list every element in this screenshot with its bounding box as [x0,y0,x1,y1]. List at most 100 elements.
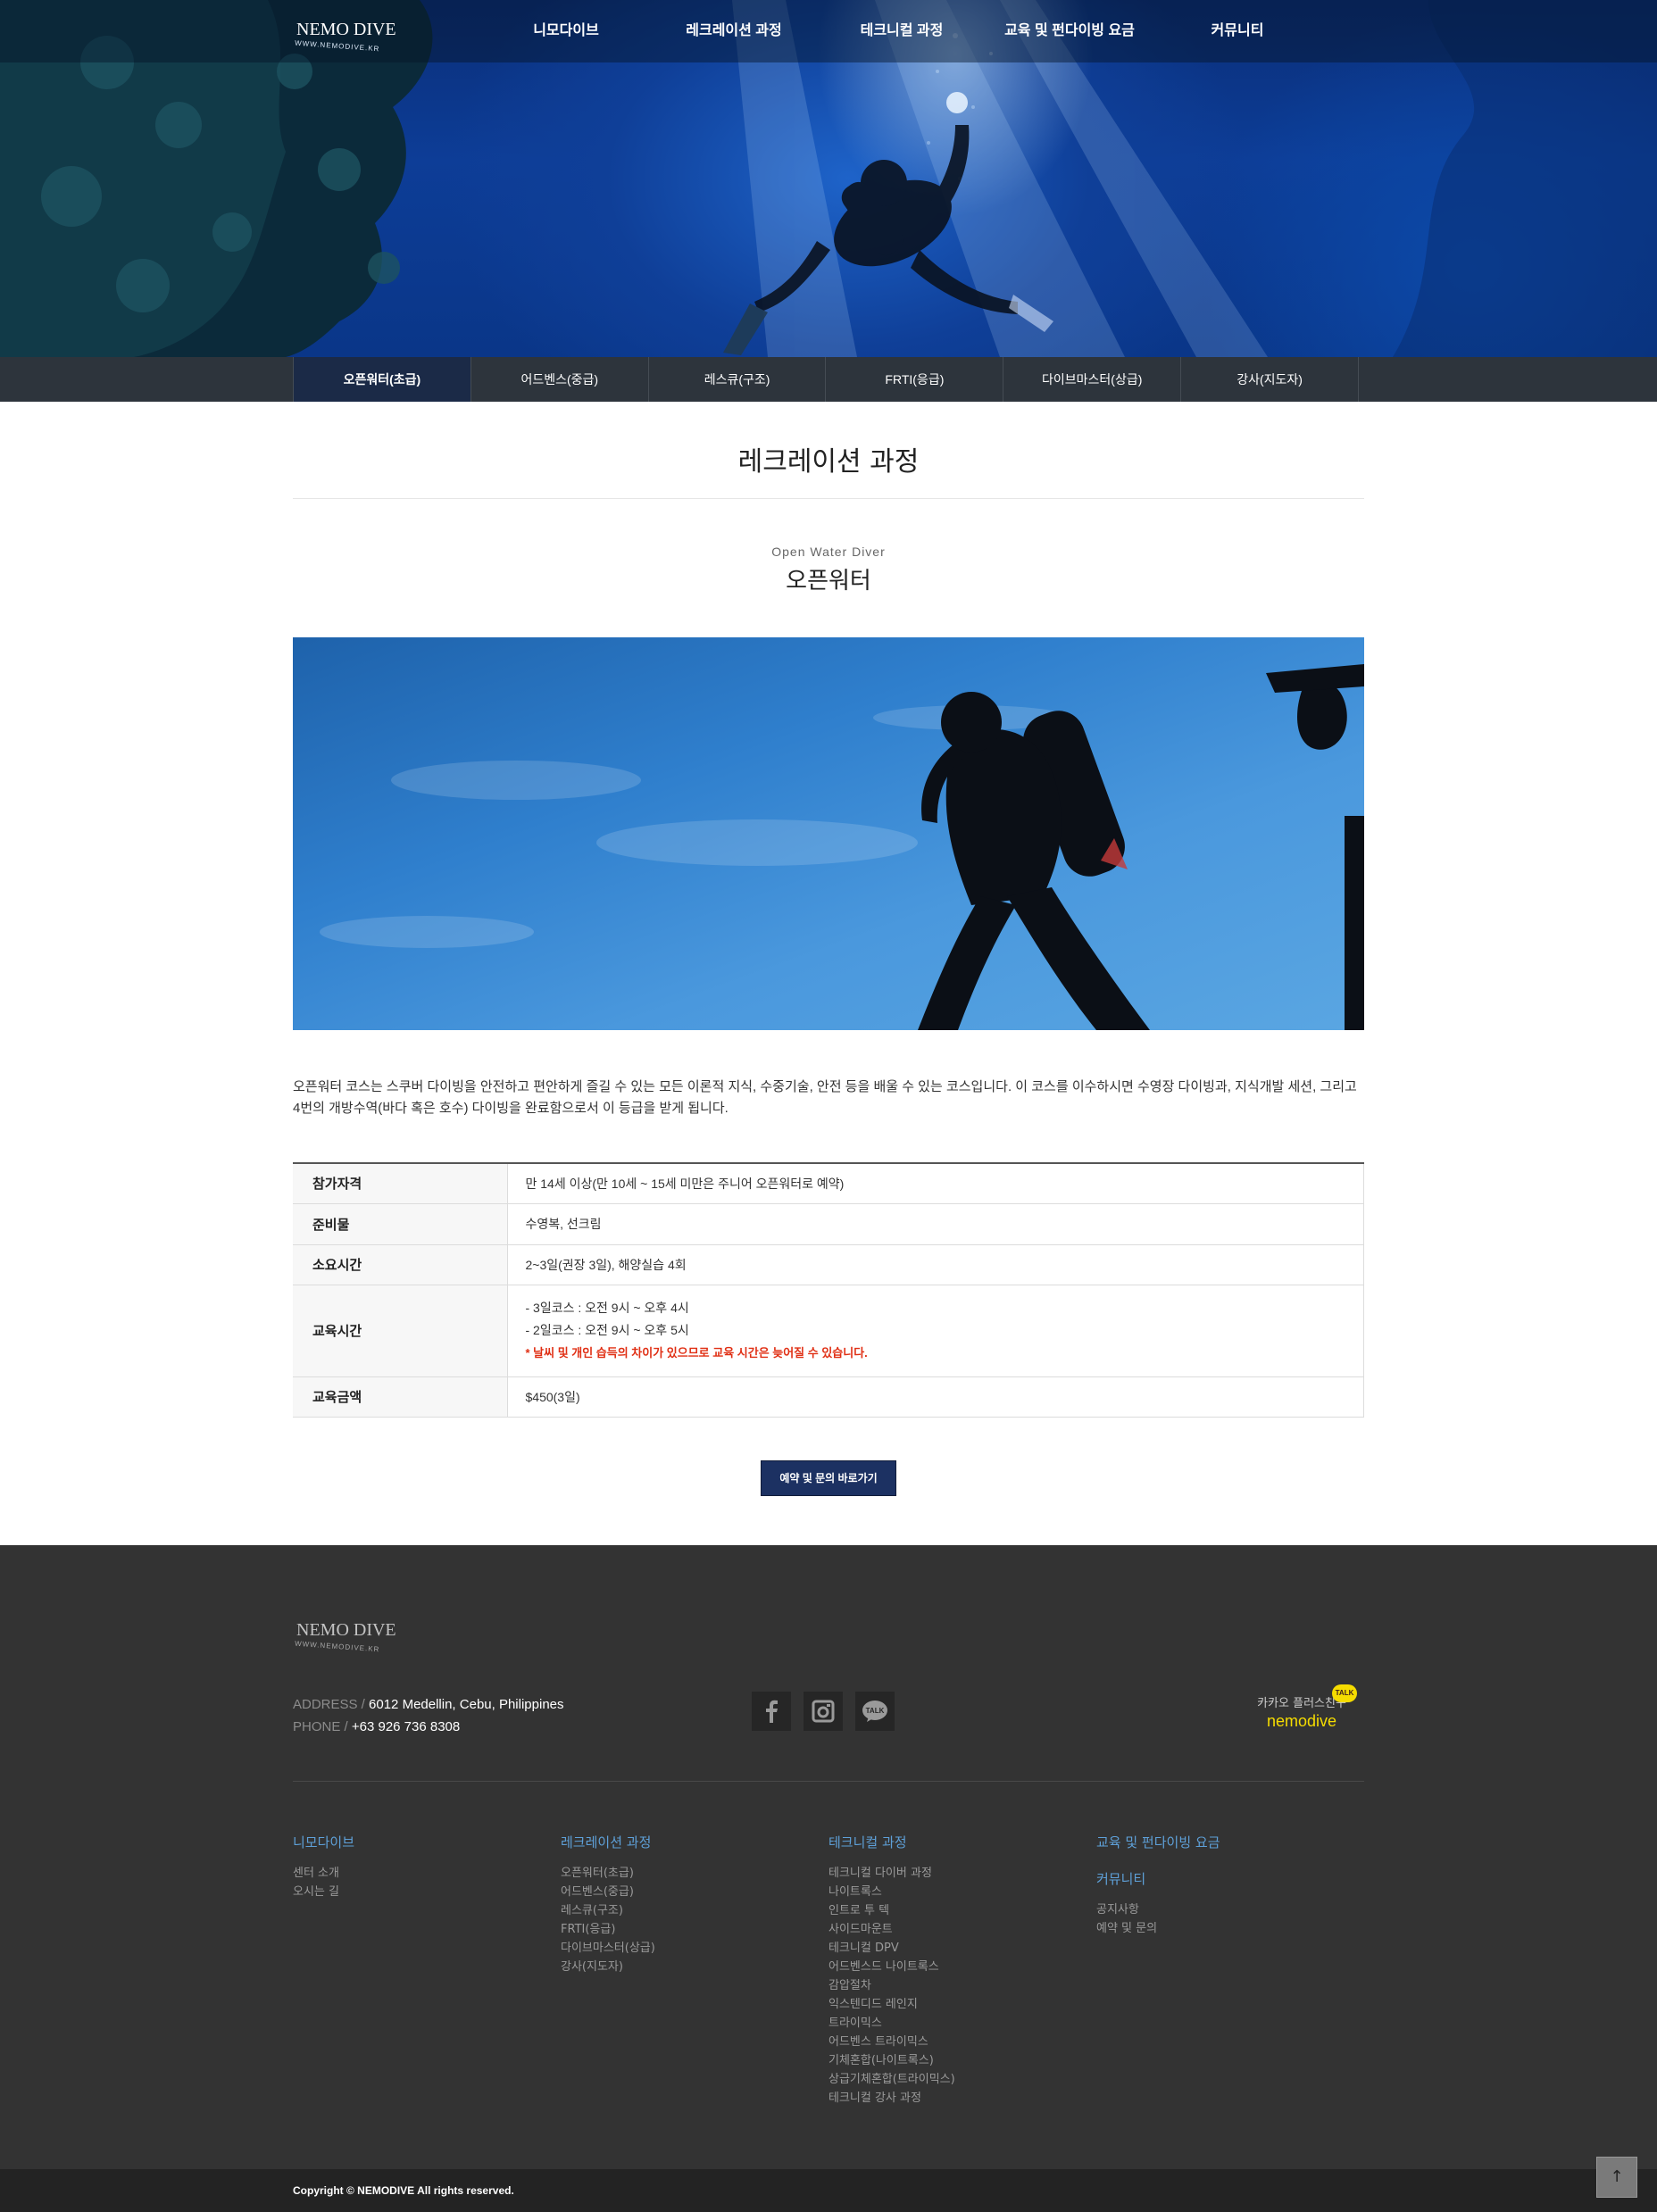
sitemap-link[interactable]: 나이트록스 [828,1883,1087,1901]
row-value-qualification: 만 14세 이상(만 10세 ~ 15세 미만은 주니어 오픈워터로 예약) [507,1163,1364,1204]
footer-logo-url: WWW.NEMODIVE.KR [294,1639,380,1654]
sitemap-link[interactable]: 강사(지도자) [561,1958,820,1976]
diver-silhouette-photo [320,664,1364,1030]
course-title: 오픈워터 [786,568,871,595]
main-menu: 니모다이브 레크레이션 과정 테크니컬 과정 교육 및 펀다이빙 요금 커뮤니티 [482,0,1321,62]
sitemap-link[interactable]: 레스큐(구조) [561,1901,820,1920]
menu-item-community[interactable]: 커뮤니티 [1153,0,1321,62]
course-subtitle-en: Open Water Diver [771,545,886,559]
copyright-bar: Copyright © NEMODIVE All rights reserved… [0,2169,1657,2212]
table-row: 준비물 수영복, 선크림 [293,1203,1364,1245]
table-row: 참가자격 만 14세 이상(만 10세 ~ 15세 미만은 주니어 오픈워터로 … [293,1163,1364,1204]
talk-badge-icon: TALK [1332,1684,1357,1702]
sitemap-link[interactable]: FRTI(응급) [561,1920,820,1939]
address-line: ADDRESS / 6012 Medellin, Cebu, Philippin… [293,1693,564,1716]
subnav-item-instructor[interactable]: 강사(지도자) [1181,357,1359,402]
title-divider [293,498,1364,499]
sitemap-link[interactable]: 어드벤스드 나이트록스 [828,1958,1087,1976]
facebook-icon[interactable] [752,1692,791,1731]
sitemap-link[interactable]: 상급기체혼합(트라이믹스) [828,2070,1087,2089]
sitemap-head-nemodive[interactable]: 니모다이브 [293,1833,552,1851]
phone-line: PHONE / +63 926 736 8308 [293,1716,564,1738]
sitemap-col-nemodive: 니모다이브 센터 소개 오시는 길 [293,1833,552,1901]
row-label-fee: 교육금액 [293,1376,508,1418]
hero-banner: NEMO DIVE WWW.NEMODIVE.KR 니모다이브 레크레이션 과정… [0,0,1657,357]
subnav-item-open-water[interactable]: 오픈워터(초급) [294,357,471,402]
course-description: 오픈워터 코스는 스쿠버 다이빙을 안전하고 편안하게 즐길 수 있는 모든 이… [293,1079,1357,1116]
row-value-supplies: 수영복, 선크림 [507,1203,1364,1245]
subnav-item-frti[interactable]: FRTI(응급) [826,357,1004,402]
sitemap-link[interactable]: 감압절차 [828,1976,1087,1995]
menu-item-nemodive[interactable]: 니모다이브 [482,0,650,62]
sitemap-link[interactable]: 트라이믹스 [828,2014,1087,2033]
sitemap-link[interactable]: 오시는 길 [293,1883,552,1901]
address-label: ADDRESS / [293,1697,370,1712]
logo[interactable]: NEMO DIVE WWW.NEMODIVE.KR [293,12,400,54]
sitemap-link[interactable]: 예약 및 문의 [1096,1919,1355,1938]
subnav-item-divemaster[interactable]: 다이브마스터(상급) [1003,357,1182,402]
sitemap-link[interactable]: 사이드마운트 [828,1920,1087,1939]
sitemap-col-pricing-community: 교육 및 펀다이빙 요금 커뮤니티 공지사항 예약 및 문의 [1096,1833,1355,1938]
sitemap-link[interactable]: 인트로 투 텍 [828,1901,1087,1920]
row-label-supplies: 준비물 [293,1203,508,1245]
kakaotalk-icon[interactable]: TALK [855,1692,895,1731]
footer: NEMO DIVE WWW.NEMODIVE.KR ADDRESS / 6012… [0,1545,1657,2169]
footer-logo-wordmark: NEMO DIVE [296,1620,396,1640]
table-row: 교육금액 $450(3일) [293,1376,1364,1418]
sitemap-link[interactable]: 공지사항 [1096,1900,1355,1919]
footer-contact: ADDRESS / 6012 Medellin, Cebu, Philippin… [293,1693,564,1738]
menu-item-pricing[interactable]: 교육 및 펀다이빙 요금 [986,0,1153,62]
course-subnav: 오픈워터(초급) 어드벤스(중급) 레스큐(구조) FRTI(응급) 다이브마스… [0,357,1657,402]
sitemap-col-recreation: 레크레이션 과정 오픈워터(초급) 어드벤스(중급) 레스큐(구조) FRTI(… [561,1833,820,1976]
kakaotalk-icon-text: TALK [866,1707,885,1715]
sitemap-link[interactable]: 오픈워터(초급) [561,1864,820,1883]
sitemap-link[interactable]: 테크니컬 다이버 과정 [828,1864,1087,1883]
sitemap-head-pricing[interactable]: 교육 및 펀다이빙 요금 [1096,1833,1355,1851]
social-links: TALK [752,1692,895,1731]
phone-label: PHONE / [293,1719,352,1734]
row-label-schedule: 교육시간 [293,1285,508,1377]
sitemap-link[interactable]: 기체혼합(나이트록스) [828,2051,1087,2070]
sitemap-link[interactable]: 어드벤스(중급) [561,1883,820,1901]
sitemap-link[interactable]: 테크니컬 강사 과정 [828,2089,1087,2108]
menu-item-recreation[interactable]: 레크레이션 과정 [650,0,818,62]
sitemap-link[interactable]: 다이브마스터(상급) [561,1939,820,1958]
top-navigation: NEMO DIVE WWW.NEMODIVE.KR 니모다이브 레크레이션 과정… [0,0,1657,62]
page-title: 레크레이션 과정 [737,446,920,478]
instagram-icon[interactable] [804,1692,843,1731]
schedule-note: * 날씨 및 개인 습득의 차이가 있으므로 교육 시간은 늦어질 수 있습니다… [525,1345,868,1360]
phone-value: +63 926 736 8308 [351,1719,461,1734]
schedule-2day: - 2일코스 : 오전 9시 ~ 오후 5시 [525,1322,689,1337]
sitemap-link[interactable]: 익스텐디드 레인지 [828,1995,1087,2014]
subnav-item-rescue[interactable]: 레스큐(구조) [649,357,827,402]
row-value-duration: 2~3일(권장 3일), 해양실습 4회 [507,1244,1364,1285]
sitemap-head-community[interactable]: 커뮤니티 [1096,1869,1355,1888]
table-row: 교육시간 - 3일코스 : 오전 9시 ~ 오후 4시 - 2일코스 : 오전 … [293,1285,1364,1377]
footer-logo[interactable]: NEMO DIVE WWW.NEMODIVE.KR [293,1613,400,1654]
scroll-to-top-button[interactable]: ↑ [1596,2157,1637,2198]
row-value-schedule: - 3일코스 : 오전 9시 ~ 오후 4시 - 2일코스 : 오전 9시 ~ … [507,1285,1364,1377]
subnav-item-advanced[interactable]: 어드벤스(중급) [471,357,649,402]
row-label-duration: 소요시간 [293,1244,508,1285]
address-value: 6012 Medellin, Cebu, Philippines [369,1697,564,1712]
table-row: 소요시간 2~3일(권장 3일), 해양실습 4회 [293,1244,1364,1285]
sitemap-link[interactable]: 테크니컬 DPV [828,1939,1087,1958]
kakao-plus-friend[interactable]: TALK 카카오 플러스친구 nemodive [1248,1684,1357,1731]
sitemap-link[interactable]: 어드벤스 트라이믹스 [828,2033,1087,2051]
sitemap-col-technical: 테크니컬 과정 테크니컬 다이버 과정 나이트록스 인트로 투 텍 사이드마운트… [828,1833,1087,2108]
logo-wordmark: NEMO DIVE [296,20,396,39]
sitemap-head-recreation[interactable]: 레크레이션 과정 [561,1833,820,1851]
menu-item-technical[interactable]: 테크니컬 과정 [818,0,986,62]
sitemap-link[interactable]: 센터 소개 [293,1864,552,1883]
sitemap-head-technical[interactable]: 테크니컬 과정 [828,1833,1087,1851]
course-info-table: 참가자격 만 14세 이상(만 10세 ~ 15세 미만은 주니어 오픈워터로 … [293,1162,1364,1418]
logo-url: WWW.NEMODIVE.KR [294,38,380,54]
footer-divider [293,1781,1364,1782]
copyright-text: Copyright © NEMODIVE All rights reserved… [293,2184,514,2197]
row-value-fee: $450(3일) [507,1376,1364,1418]
reservation-button[interactable]: 예약 및 문의 바로가기 [761,1460,896,1496]
row-label-qualification: 참가자격 [293,1163,508,1204]
schedule-3day: - 3일코스 : 오전 9시 ~ 오후 4시 [525,1300,689,1315]
course-photo [293,637,1364,1030]
kakao-id: nemodive [1266,1712,1337,1730]
